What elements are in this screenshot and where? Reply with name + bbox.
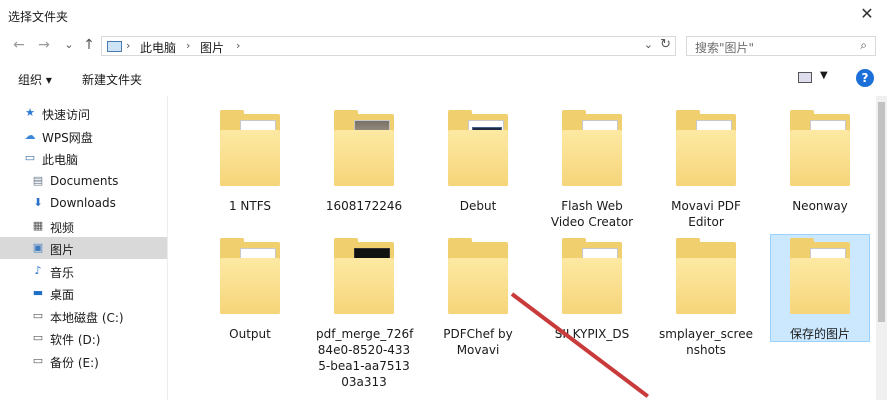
refresh-icon[interactable]: ↻ [660, 37, 671, 52]
address-bar[interactable]: › 此电脑 › 图片 › ⌄ ↻ [101, 36, 676, 56]
breadcrumb-separator[interactable]: › [236, 39, 240, 52]
sidebar-item-icon: ▭ [32, 353, 44, 367]
breadcrumb-pictures[interactable]: 图片 [200, 39, 224, 56]
organize-button[interactable]: 组织 ▾ [18, 71, 52, 88]
navigation-pane: ★ 快速访问 ☁ WPS网盘 ▭ 此电脑 ▤ Documents ⬇ Downloads ▦ 视频 ▣ 图… [0, 96, 167, 400]
folder-icon [334, 110, 394, 186]
folder-name: Output [229, 327, 271, 341]
folder-name: smplayer_scree nshots [659, 327, 753, 357]
folder-name: 1608172246 [325, 199, 403, 213]
folder-name: pdf_merge_726f 84e0-8520-433 5-bea1-aa7513… [316, 327, 414, 389]
sidebar-item-label: 快速访问 [42, 108, 91, 122]
folder-name: Neonway [792, 199, 848, 213]
sidebar-item[interactable]: ▬ 桌面 [0, 282, 167, 304]
folder-icon [448, 238, 508, 314]
sidebar-item-label: 本地磁盘 (C:) [50, 310, 124, 325]
scrollbar-thumb[interactable] [878, 102, 885, 322]
sidebar-item-icon: ☁ [24, 128, 36, 142]
sidebar-item[interactable]: ▦ 视频 [0, 215, 167, 237]
sidebar-item-icon: ▭ [32, 308, 44, 322]
sidebar-item[interactable]: ⬇ Downloads [0, 192, 167, 214]
window-title: 选择文件夹 [8, 10, 69, 24]
folder-view: 1 NTFS 1608172246 Debut Flash Web Video Crea… [168, 96, 876, 400]
sidebar-item[interactable]: ▭ 此电脑 [0, 147, 167, 169]
sidebar-item[interactable]: ☁ WPS网盘 [0, 125, 167, 147]
sidebar-item-label: Downloads [50, 196, 116, 210]
view-dropdown-icon[interactable]: ▼ [820, 70, 828, 81]
folder-name: PDFChef by Movavi [443, 327, 513, 357]
close-icon[interactable]: ✕ [857, 4, 877, 23]
folder-name: Debut [459, 199, 497, 213]
forward-icon[interactable]: → [35, 36, 53, 54]
sidebar-item-icon: ★ [25, 106, 35, 119]
sidebar-item-icon: ▭ [32, 331, 44, 344]
title-bar: 选择文件夹 ✕ [0, 0, 887, 30]
search-icon[interactable]: ⌕ [860, 38, 867, 53]
folder-icon [562, 238, 622, 314]
sidebar-item[interactable]: ♪ 音乐 [0, 260, 167, 282]
new-folder-button[interactable]: 新建文件夹 [82, 71, 142, 88]
sidebar-item[interactable]: ▤ Documents [0, 170, 167, 192]
sidebar-item-icon: ▬ [32, 286, 44, 299]
sidebar-item[interactable]: ▣ 图片 [0, 237, 167, 259]
view-options-icon[interactable] [798, 72, 812, 83]
computer-icon [107, 41, 122, 52]
sidebar-item-label: 视频 [50, 220, 75, 235]
sidebar-item[interactable]: ▭ 软件 (D:) [0, 327, 167, 349]
sidebar-item-label: 此电脑 [42, 153, 79, 167]
back-icon[interactable]: ← [10, 36, 28, 54]
folder-icon [562, 110, 622, 186]
folder-name: Flash Web Video Creator [550, 199, 634, 229]
folder-icon [448, 110, 508, 186]
sidebar-item-icon: ▤ [32, 173, 44, 187]
folder-icon [220, 110, 280, 186]
sidebar-item-icon: ▣ [32, 241, 44, 254]
sidebar-item-label: 图片 [50, 243, 75, 257]
recent-locations-icon[interactable]: ⌄ [60, 36, 78, 54]
sidebar-item-label: 软件 (D:) [50, 333, 101, 347]
sidebar-item-label: 音乐 [50, 265, 75, 280]
search-placeholder: 搜索"图片" [695, 41, 755, 55]
sidebar-item[interactable]: ★ 快速访问 [0, 102, 167, 124]
folder-icon [676, 110, 736, 186]
command-toolbar: 组织 ▾ 新建文件夹 ▼ ? [0, 62, 887, 94]
search-input[interactable]: 搜索"图片" ⌕ [686, 36, 876, 56]
folder-name: 1 NTFS [228, 199, 272, 213]
folder-icon [790, 238, 850, 314]
vertical-scrollbar[interactable] [876, 96, 887, 400]
folder-icon [220, 238, 280, 314]
up-icon[interactable]: ↑ [80, 36, 98, 54]
folder-name: Movavi PDF Editor [671, 199, 741, 229]
sidebar-item[interactable]: ▭ 备份 (E:) [0, 350, 167, 372]
address-dropdown-icon[interactable]: ⌄ [644, 38, 653, 51]
sidebar-item-label: WPS网盘 [42, 130, 93, 145]
breadcrumb-this-pc[interactable]: 此电脑 [140, 39, 176, 56]
folder-icon [790, 110, 850, 186]
help-button[interactable]: ? [856, 69, 874, 87]
navigation-bar: ← → ⌄ ↑ › 此电脑 › 图片 › ⌄ ↻ 搜索"图片" ⌕ [0, 32, 887, 60]
sidebar-item-label: Documents [50, 173, 119, 188]
folder-name: 保存的图片 [789, 327, 850, 341]
sidebar-item-label: 备份 (E:) [50, 355, 99, 370]
breadcrumb-separator[interactable]: › [126, 39, 130, 52]
folder-icon [334, 238, 394, 314]
sidebar-item-icon: ⬇ [33, 196, 43, 209]
folder-icon [676, 238, 736, 314]
breadcrumb-separator[interactable]: › [186, 39, 190, 52]
sidebar-item-icon: ♪ [34, 263, 42, 277]
sidebar-item-icon: ▭ [24, 151, 36, 164]
sidebar-item-icon: ▦ [32, 218, 44, 232]
sidebar-item[interactable]: ▭ 本地磁盘 (C:) [0, 305, 167, 327]
sidebar-item-label: 桌面 [50, 288, 75, 302]
